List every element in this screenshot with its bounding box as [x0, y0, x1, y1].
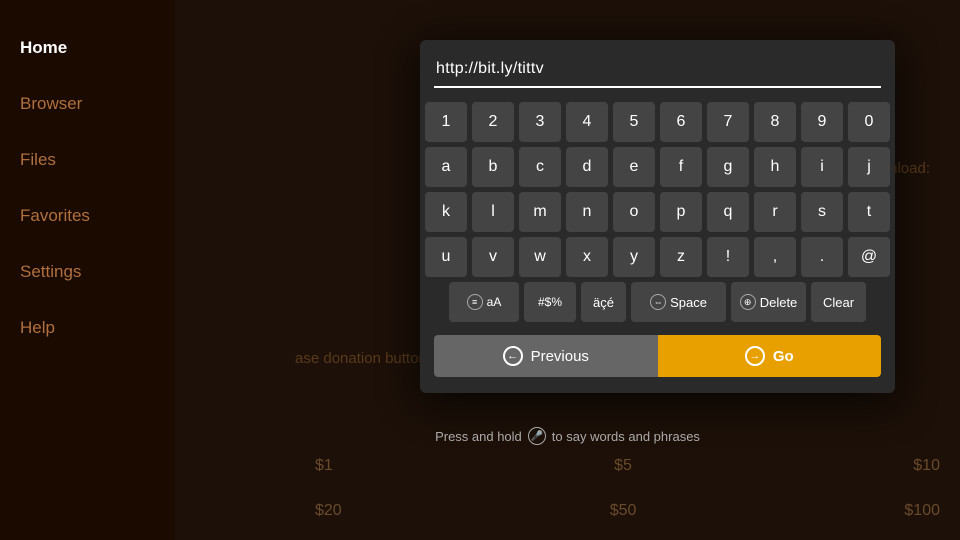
key-z[interactable]: z: [660, 237, 702, 277]
amounts-row-1: $1 $5 $10: [315, 457, 940, 475]
key-0[interactable]: 0: [848, 102, 890, 142]
key-d[interactable]: d: [566, 147, 608, 187]
key-q[interactable]: q: [707, 192, 749, 232]
key-t[interactable]: t: [848, 192, 890, 232]
key-3[interactable]: 3: [519, 102, 561, 142]
row-a-j: a b c d e f g h i j: [434, 147, 881, 187]
main-content: s want to download: ase donation buttons…: [175, 0, 960, 540]
key-k[interactable]: k: [425, 192, 467, 232]
key-space[interactable]: ⇔ Space: [631, 282, 726, 322]
delete-icon: ⊕: [740, 294, 756, 310]
key-o[interactable]: o: [613, 192, 655, 232]
sidebar-item-help[interactable]: Help: [0, 300, 175, 356]
sidebar: Home Browser Files Favorites Settings He…: [0, 0, 175, 540]
row-k-t: k l m n o p q r s t: [434, 192, 881, 232]
key-comma[interactable]: ,: [754, 237, 796, 277]
sidebar-item-files[interactable]: Files: [0, 132, 175, 188]
numbers-row: 1 2 3 4 5 6 7 8 9 0: [434, 102, 881, 142]
url-input[interactable]: [434, 56, 881, 88]
key-j[interactable]: j: [848, 147, 890, 187]
key-v[interactable]: v: [472, 237, 514, 277]
key-aa-toggle[interactable]: ≡ aA: [449, 282, 519, 322]
key-s[interactable]: s: [801, 192, 843, 232]
nav-row: ← Previous → Go: [434, 335, 881, 377]
bg-text-donation: ase donation buttons:: [295, 350, 438, 367]
keyboard-grid: 1 2 3 4 5 6 7 8 9 0 a b c d e f g h: [434, 102, 881, 377]
key-4[interactable]: 4: [566, 102, 608, 142]
arrows-icon: ⇔: [650, 294, 666, 310]
amounts-row-2: $20 $50 $100: [315, 502, 940, 520]
key-exclaim[interactable]: !: [707, 237, 749, 277]
key-a[interactable]: a: [425, 147, 467, 187]
key-i[interactable]: i: [801, 147, 843, 187]
key-7[interactable]: 7: [707, 102, 749, 142]
key-6[interactable]: 6: [660, 102, 702, 142]
go-icon: →: [745, 346, 765, 366]
key-at[interactable]: @: [848, 237, 890, 277]
menu-icon: ≡: [467, 294, 483, 310]
key-f[interactable]: f: [660, 147, 702, 187]
key-h[interactable]: h: [754, 147, 796, 187]
key-hash[interactable]: #$%: [524, 282, 576, 322]
key-b[interactable]: b: [472, 147, 514, 187]
sidebar-item-home[interactable]: Home: [0, 20, 175, 76]
key-x[interactable]: x: [566, 237, 608, 277]
key-w[interactable]: w: [519, 237, 561, 277]
key-p[interactable]: p: [660, 192, 702, 232]
key-clear[interactable]: Clear: [811, 282, 866, 322]
key-2[interactable]: 2: [472, 102, 514, 142]
special-keys-row: ≡ aA #$% äçé ⇔ Space ⊕ Delete: [434, 282, 881, 322]
key-5[interactable]: 5: [613, 102, 655, 142]
previous-icon: ←: [503, 346, 523, 366]
key-c[interactable]: c: [519, 147, 561, 187]
key-y[interactable]: y: [613, 237, 655, 277]
go-button[interactable]: → Go: [658, 335, 882, 377]
key-accent[interactable]: äçé: [581, 282, 626, 322]
key-n[interactable]: n: [566, 192, 608, 232]
key-delete[interactable]: ⊕ Delete: [731, 282, 806, 322]
key-m[interactable]: m: [519, 192, 561, 232]
sidebar-item-browser[interactable]: Browser: [0, 76, 175, 132]
key-e[interactable]: e: [613, 147, 655, 187]
sidebar-item-favorites[interactable]: Favorites: [0, 188, 175, 244]
key-8[interactable]: 8: [754, 102, 796, 142]
key-9[interactable]: 9: [801, 102, 843, 142]
key-l[interactable]: l: [472, 192, 514, 232]
key-u[interactable]: u: [425, 237, 467, 277]
key-period[interactable]: .: [801, 237, 843, 277]
row-u-at: u v w x y z ! , . @: [434, 237, 881, 277]
mic-icon: 🎤: [528, 427, 546, 445]
keyboard-dialog: 1 2 3 4 5 6 7 8 9 0 a b c d e f g h: [420, 40, 895, 393]
key-g[interactable]: g: [707, 147, 749, 187]
key-1[interactable]: 1: [425, 102, 467, 142]
key-r[interactable]: r: [754, 192, 796, 232]
sidebar-item-settings[interactable]: Settings: [0, 244, 175, 300]
bottom-hint: Press and hold 🎤 to say words and phrase…: [175, 427, 960, 445]
previous-button[interactable]: ← Previous: [434, 335, 658, 377]
